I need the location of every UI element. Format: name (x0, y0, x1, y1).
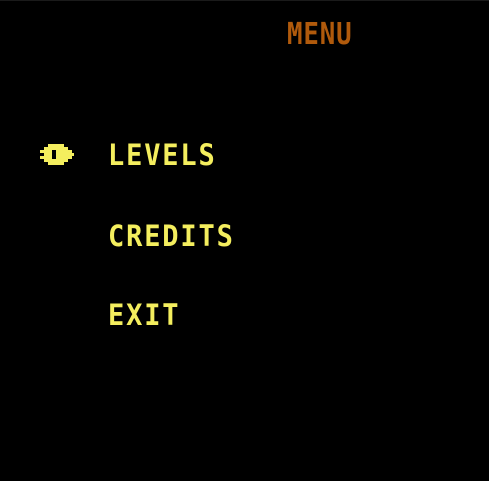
pacman-face-icon (40, 144, 74, 165)
game-menu-screen: MENU LEVELS CREDITS EXIT (0, 0, 489, 481)
menu-item-exit[interactable]: EXIT (108, 298, 180, 332)
menu-item-levels[interactable]: LEVELS (108, 138, 217, 172)
menu-item-credits[interactable]: CREDITS (108, 219, 235, 253)
menu-title: MENU (287, 17, 353, 52)
